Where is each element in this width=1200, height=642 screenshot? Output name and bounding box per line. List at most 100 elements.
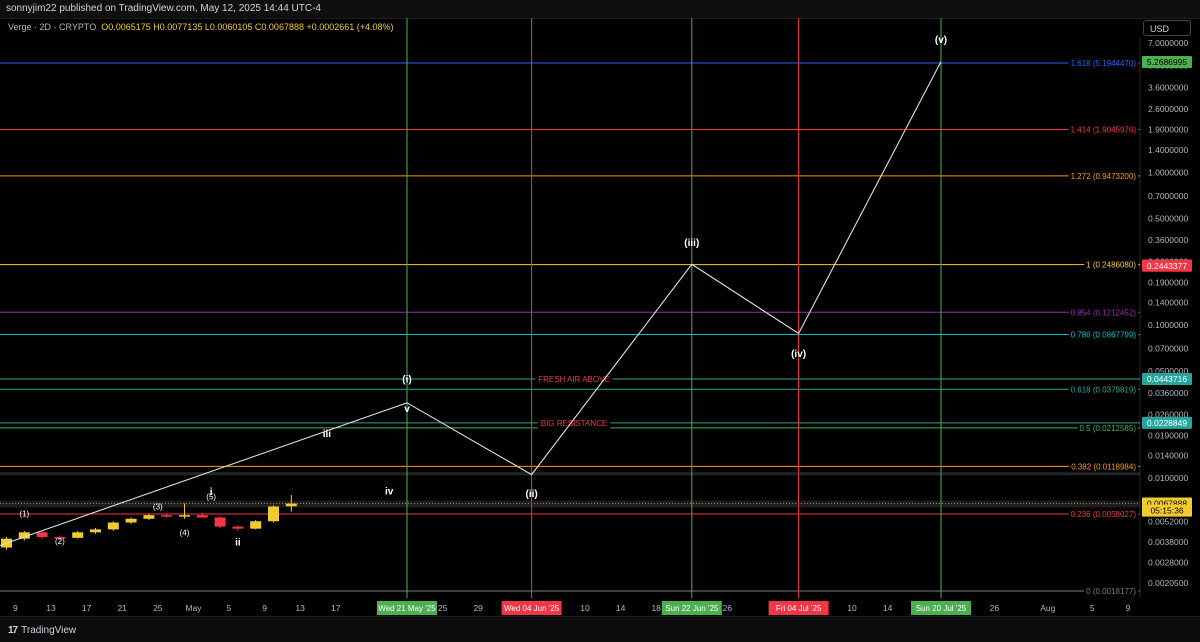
fib-level-label: 0 (0.0018177) [1086,587,1136,596]
tradingview-brand[interactable]: 17 TradingView [8,625,76,636]
wave-label: (1) [19,509,29,518]
candle-body [179,515,190,517]
brand-name: TradingView [21,625,77,636]
wave-label: (iv) [791,349,806,360]
price-badge-label: 5.2686995 [1147,57,1187,67]
y-tick-label: 0.0052000 [1148,516,1188,526]
candle-body [268,506,279,522]
y-tick-label: 1.0000000 [1148,167,1188,177]
wave-label: (3) [153,503,163,512]
x-tick-label: 17 [82,603,92,613]
candle-body [214,517,226,527]
resistance-label: BIG RESISTANCE [541,419,608,428]
candle-body [90,529,101,533]
candle-body [232,526,244,529]
candle-body [36,532,48,538]
wave-label: iv [385,486,394,497]
candle-body [107,522,119,530]
x-tick-label: 10 [580,603,590,613]
x-tick-label: 14 [616,603,626,613]
wave-label: v [404,404,410,415]
y-tick-label: 0.0360000 [1148,388,1188,398]
price-badge-label: 0.0228849 [1147,418,1187,428]
x-tick-label: 13 [46,603,56,613]
wave-projection-line [0,61,942,547]
wave-label: ii [235,538,241,549]
fib-level-label: 1.618 (5.1944470) [1071,59,1137,68]
fib-level-label: 0.5 (0.0212585) [1080,424,1137,433]
x-tick-label: Aug [1040,603,1055,613]
fib-level-label: 0.236 (0.0058027) [1071,510,1137,519]
x-tick-label: 13 [295,603,305,613]
chart-root: sonnyjim22 published on TradingView.com,… [0,0,1200,642]
fib-level-label: 0.786 (0.0867799) [1071,330,1137,339]
y-tick-label: 0.0100000 [1148,473,1188,483]
fib-level-label: 1.272 (0.9473200) [1071,172,1137,181]
price-badge-label: 0.2443377 [1147,261,1187,271]
x-tick-label: 9 [13,603,18,613]
candle-body [285,503,297,507]
resistance-band [0,472,1140,476]
y-tick-label: 0.0038000 [1148,537,1188,547]
wave-label: i [210,487,213,498]
y-tick-label: 0.5000000 [1148,213,1188,223]
fib-level-label: 0.618 (0.0379819) [1071,385,1137,394]
price-badge-label: 05:15:36 [1150,506,1183,516]
x-tick-label: 17 [331,603,341,613]
x-tick-label: 14 [883,603,893,613]
candle-body [196,515,208,518]
y-tick-label: 1.9000000 [1148,125,1188,135]
x-tick-label: May [185,603,202,613]
y-tick-label: 0.0020500 [1148,578,1188,588]
x-tick-label: 25 [153,603,163,613]
candle-body [72,532,84,538]
date-marker-label: Sun 20 Jul '25 [916,604,967,613]
y-tick-label: 1.4000000 [1148,145,1188,155]
candle-body [250,521,262,529]
y-tick-label: 0.0700000 [1148,344,1188,354]
date-marker-label: Sun 22 Jun '25 [665,604,719,613]
fib-level-label: 0.382 (0.0118984) [1071,462,1136,471]
x-tick-label: 29 [473,603,483,613]
y-tick-label: 0.0190000 [1148,430,1188,440]
x-tick-label: 26 [990,603,1000,613]
y-tick-label: 3.6000000 [1148,82,1188,92]
date-marker-label: Wed 21 May '25 [378,604,436,613]
bottom-bar [0,616,1200,642]
y-tick-label: 0.0028000 [1148,557,1188,567]
x-tick-label: 5 [1090,603,1095,613]
candle-body [125,518,137,523]
y-tick-label: 0.1000000 [1148,320,1188,330]
y-tick-label: 0.1400000 [1148,298,1188,308]
price-band [0,500,1140,508]
price-chart[interactable]: 7.00000005.00000003.60000002.60000001.90… [0,0,1200,641]
wave-label: (ii) [525,489,537,500]
wave-label: (2) [55,537,65,546]
x-tick-label: 10 [847,603,857,613]
date-marker-label: Fri 04 Jul '25 [776,604,822,613]
wave-label: (iii) [684,238,699,249]
y-tick-label: 7.0000000 [1148,38,1188,48]
y-tick-label: 2.6000000 [1148,104,1188,114]
x-tick-label: 9 [1126,603,1131,613]
y-tick-label: 0.0140000 [1148,451,1188,461]
candle-body [161,515,173,517]
wave-label: (i) [402,375,411,386]
x-tick-label: 18 [651,603,661,613]
wave-label: iii [323,429,332,440]
y-tick-label: 0.7000000 [1148,191,1188,201]
x-tick-label: 25 [438,603,448,613]
price-badge-label: 0.0443716 [1147,374,1187,384]
y-tick-label: 0.1900000 [1148,277,1188,287]
x-tick-label: 21 [117,603,127,613]
wave-label: (4) [180,528,190,537]
x-tick-label: 26 [723,603,733,613]
fib-level-label: 1 (0.2486080) [1086,261,1136,270]
tradingview-logo-icon: 17 [8,625,18,636]
y-tick-label: 0.3600000 [1148,235,1188,245]
candle-body [143,515,155,519]
x-tick-label: 5 [227,603,232,613]
date-marker-label: Wed 04 Jun '25 [504,604,560,613]
wave-label: (v) [935,35,947,46]
x-tick-label: 9 [262,603,267,613]
